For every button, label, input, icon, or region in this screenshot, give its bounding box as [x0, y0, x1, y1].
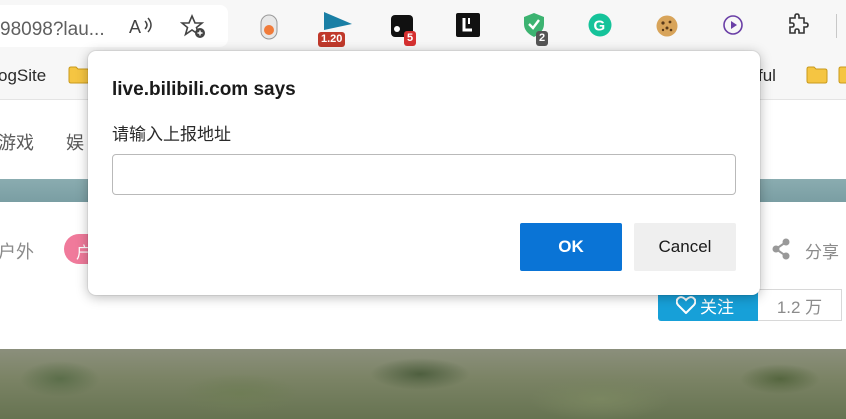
toolbar-divider: [836, 14, 837, 38]
nav-item-games[interactable]: 游戏: [0, 129, 34, 155]
share-icon[interactable]: [770, 237, 792, 261]
cover-image: [0, 349, 846, 419]
follow-label: 关注: [700, 297, 734, 317]
address-bar[interactable]: 98098?lau... A: [0, 5, 228, 47]
l-extension-icon[interactable]: [456, 13, 480, 37]
bookmark-item-blogsite[interactable]: ogSite: [0, 66, 46, 86]
report-url-input[interactable]: [112, 154, 736, 195]
extensions-puzzle-icon[interactable]: [786, 13, 810, 37]
cancel-button[interactable]: Cancel: [634, 223, 736, 271]
cookie-icon[interactable]: [655, 14, 679, 38]
svg-text:A: A: [129, 17, 141, 37]
ok-button[interactable]: OK: [520, 223, 622, 271]
read-aloud-icon[interactable]: A: [128, 14, 154, 40]
share-label[interactable]: 分享: [805, 238, 839, 263]
bookmark-item-useful[interactable]: ful: [758, 66, 776, 86]
nav-item-entertainment[interactable]: 娱: [66, 129, 84, 155]
follower-count: 1.2 万: [758, 289, 842, 321]
recorder-extension-icon[interactable]: [259, 14, 279, 40]
shield-badge: 2: [536, 31, 549, 46]
heart-icon: [676, 296, 696, 314]
grammarly-icon[interactable]: G: [588, 13, 612, 37]
folder-icon[interactable]: [838, 66, 846, 84]
dialog-message: 请输入上报地址: [112, 125, 231, 145]
svg-text:G: G: [594, 18, 606, 35]
url-text[interactable]: 98098?lau...: [0, 19, 105, 41]
media-extension-icon[interactable]: [722, 14, 744, 36]
browser-toolbar: 98098?lau... A 1.20 5 2 G: [0, 0, 846, 52]
add-favorite-icon[interactable]: [180, 13, 208, 41]
folder-icon[interactable]: [806, 66, 828, 84]
speed-badge: 1.20: [318, 32, 346, 47]
prompt-dialog: live.bilibili.com says 请输入上报地址 OK Cancel: [88, 51, 760, 295]
dialog-title: live.bilibili.com says: [112, 79, 296, 100]
folder-icon[interactable]: [68, 66, 90, 84]
category-tag[interactable]: 户外: [0, 238, 34, 264]
dark-extension-badge: 5: [404, 31, 417, 46]
